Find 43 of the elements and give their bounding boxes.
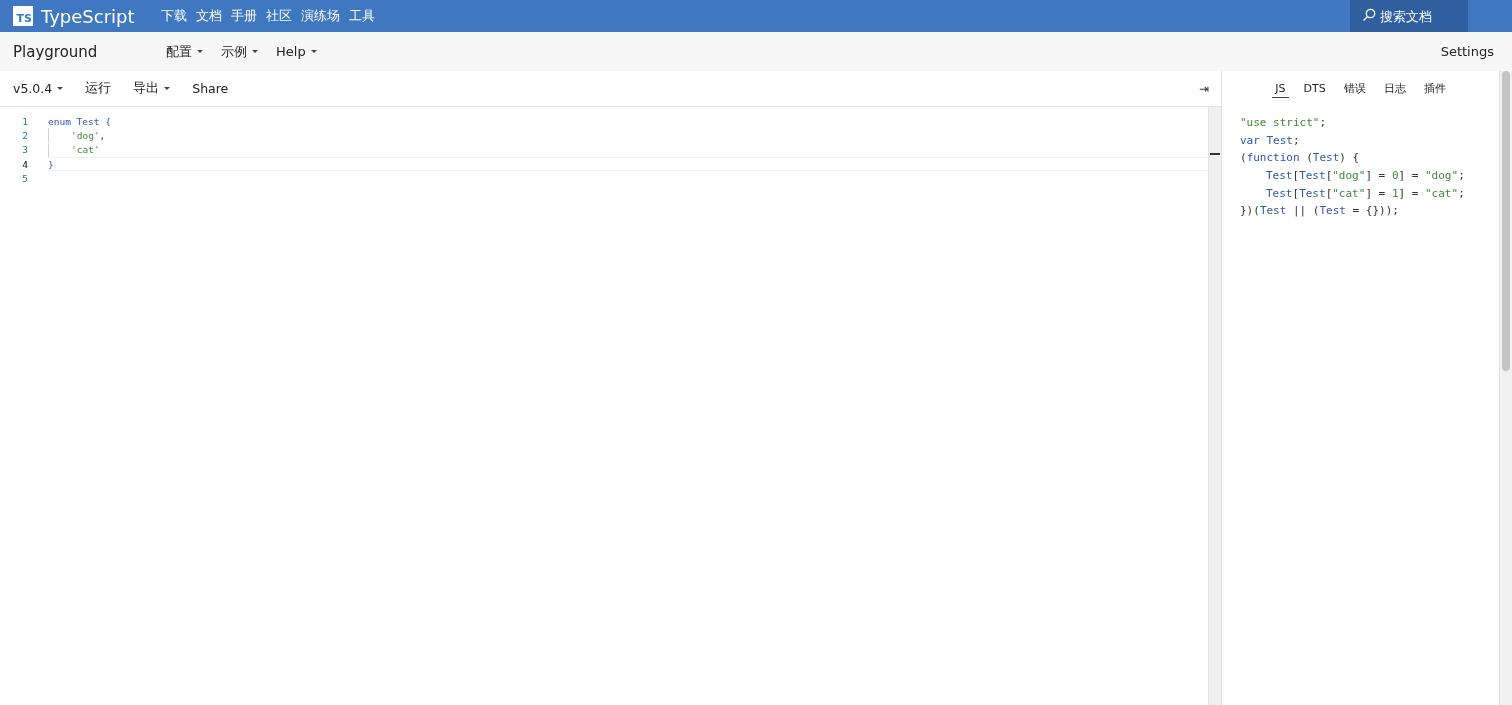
code-line: enum Test { [48, 115, 111, 127]
page-scrollbar[interactable] [1499, 71, 1512, 705]
toolbar-button[interactable]: v5.0.4 [13, 81, 64, 96]
code-editor[interactable]: 1 enum Test { 2 'dog', 3 'cat' 4 } 5 [0, 107, 1221, 705]
nav-link[interactable]: 手册 [230, 7, 257, 25]
nav-link[interactable]: 演练场 [300, 7, 340, 25]
code-line: Test[Test["dog"] = 0] = "dog"; [1266, 169, 1465, 183]
code-line: 'cat' [71, 144, 100, 156]
output-tab[interactable]: DTS [1300, 80, 1329, 98]
collapse-button[interactable]: ⇥ [1199, 81, 1209, 96]
search-icon [1362, 8, 1376, 22]
line-number: 5 [21, 172, 28, 184]
nav-link[interactable]: 工具 [348, 7, 375, 25]
output-tab[interactable]: 错误 [1340, 79, 1369, 99]
menu-button[interactable]: 配置 [166, 42, 203, 61]
line-number: 1 [21, 115, 28, 127]
code-line: } [48, 158, 54, 170]
nav-link[interactable]: 社区 [265, 7, 292, 25]
code-line: })(Test || (Test = {})); [1240, 204, 1399, 218]
search-field[interactable]: 搜索文档 [1350, 0, 1468, 32]
code-line: var Test; [1240, 133, 1300, 147]
brand-link[interactable]: TypeScript [41, 5, 135, 27]
settings-button[interactable]: Settings [1440, 44, 1494, 59]
line-number: 2 [21, 129, 28, 141]
nav-link[interactable]: 文档 [195, 7, 222, 25]
page-title: Playground [13, 42, 99, 61]
toolbar-button[interactable]: 运行 [85, 80, 112, 97]
code-line: 'dog', [71, 129, 106, 141]
scrollbar[interactable] [1208, 107, 1221, 705]
logo-badge[interactable]: TS [13, 6, 33, 26]
code-line: "use strict"; [1240, 116, 1327, 130]
toolbar-button[interactable]: Share [192, 81, 229, 96]
menu-button[interactable]: Help [276, 42, 317, 61]
code-line: Test[Test["cat"] = 1] = "cat"; [1266, 186, 1465, 200]
line-number: 4 [21, 158, 28, 170]
output-tab[interactable]: JS [1272, 80, 1289, 98]
menu-button[interactable]: 示例 [221, 42, 258, 61]
nav-link[interactable]: 下载 [160, 7, 187, 25]
output-tab[interactable]: 插件 [1420, 79, 1449, 99]
code-line: (function (Test) { [1240, 151, 1360, 165]
output-tab[interactable]: 日志 [1380, 79, 1409, 99]
toolbar-button[interactable]: 导出 [133, 80, 171, 97]
line-number: 3 [21, 144, 28, 156]
